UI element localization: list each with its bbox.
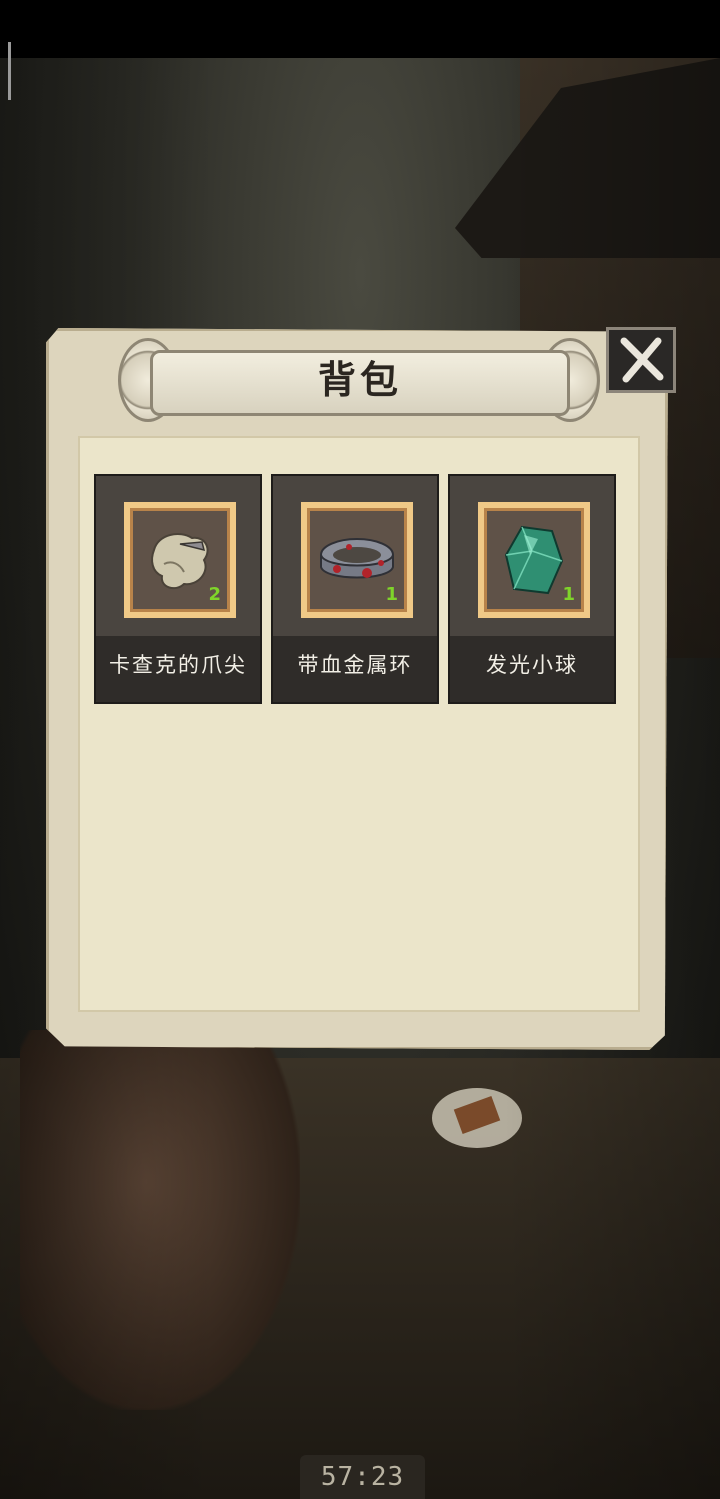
game-timer: 57:23 bbox=[320, 1462, 405, 1492]
glowing-orb-icon bbox=[504, 525, 564, 595]
item-name: 带血金属环 bbox=[273, 636, 437, 702]
item-count: 1 bbox=[562, 584, 575, 605]
item-frame: 1 bbox=[478, 502, 590, 618]
item-count: 2 bbox=[208, 584, 221, 605]
item-frame: 1 bbox=[301, 502, 413, 618]
inventory-slot-bloody-ring[interactable]: 1 带血金属环 bbox=[271, 474, 439, 704]
close-button[interactable] bbox=[606, 327, 676, 393]
panel-title: 背包 bbox=[317, 357, 402, 402]
close-icon bbox=[620, 337, 664, 383]
item-count: 1 bbox=[385, 584, 398, 605]
item-name: 卡查克的爪尖 bbox=[96, 636, 260, 702]
status-bar bbox=[0, 0, 720, 58]
item-name: 发光小球 bbox=[450, 636, 614, 702]
inventory-slot-glowing-orb[interactable]: 1 发光小球 bbox=[448, 474, 616, 704]
scroll-indicator bbox=[8, 42, 11, 100]
inventory-slot-claw[interactable]: 2 卡查克的爪尖 bbox=[94, 474, 262, 704]
item-frame: 2 bbox=[124, 502, 236, 618]
